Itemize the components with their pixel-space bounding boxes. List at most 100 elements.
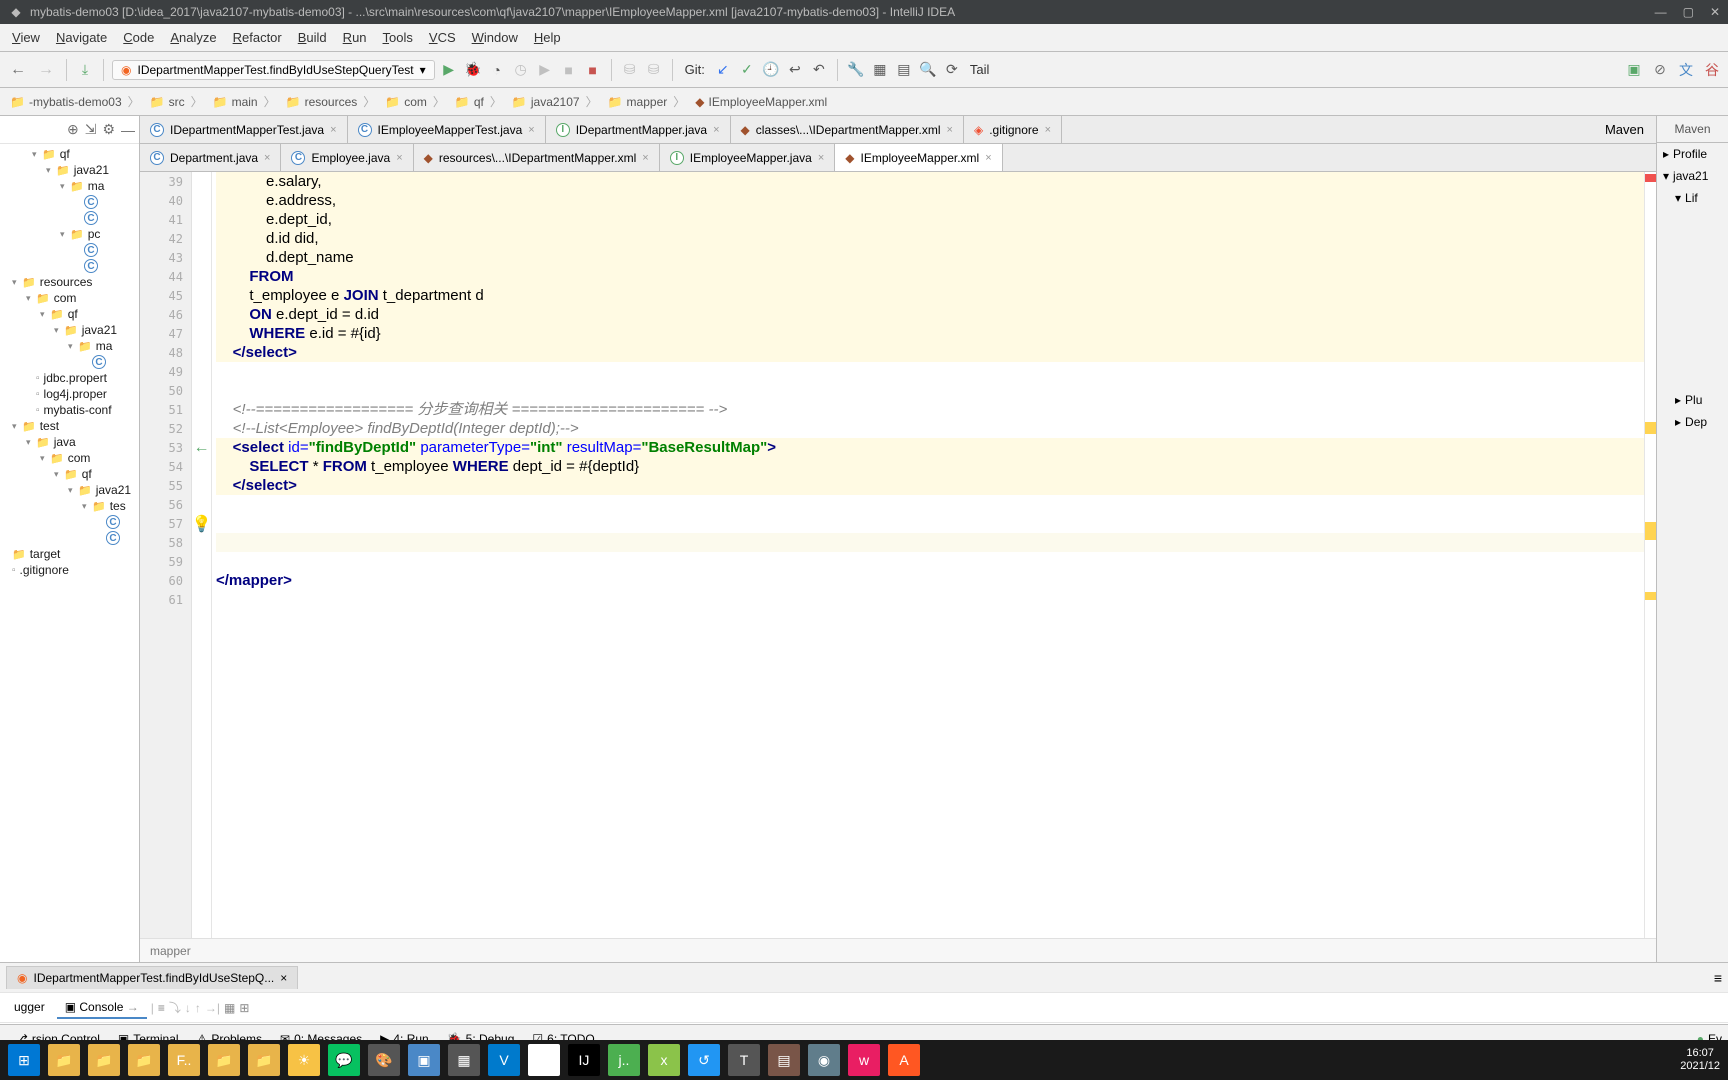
crumb[interactable]: 📁 com〉	[381, 91, 451, 112]
taskbar-app[interactable]: ▤	[768, 1044, 800, 1076]
menu-code[interactable]: Code	[115, 26, 162, 49]
translate-icon-2[interactable]: 谷	[1702, 60, 1722, 80]
menu-window[interactable]: Window	[464, 26, 526, 49]
crumb[interactable]: 📁 mapper〉	[604, 91, 692, 112]
maven-item[interactable]: ▸Plu	[1657, 389, 1728, 411]
close-icon[interactable]: ×	[280, 971, 287, 985]
tree-item[interactable]: ▫jdbc.propert	[0, 370, 139, 386]
minimize-button[interactable]: —	[1655, 5, 1667, 19]
run-to-cursor-icon[interactable]: →|	[205, 1001, 220, 1015]
tree-item[interactable]: ▾📁java21	[0, 162, 139, 178]
threads-icon[interactable]: ⊞	[239, 1001, 249, 1015]
attach-button[interactable]: ▶	[535, 60, 555, 80]
tree-item[interactable]: ▾📁java21	[0, 322, 139, 338]
taskbar-app[interactable]: 🎨	[368, 1044, 400, 1076]
crumb[interactable]: 📁 resources〉	[282, 91, 382, 112]
close-icon[interactable]: ×	[396, 152, 402, 164]
tree-item[interactable]: C	[0, 194, 139, 210]
editor-tab[interactable]: ◆ IEmployeeMapper.xml ×	[835, 144, 1002, 171]
git-update-icon[interactable]: ↙	[713, 60, 733, 80]
menu-view[interactable]: View	[4, 26, 48, 49]
editor-tab[interactable]: C IEmployeeMapperTest.java ×	[348, 116, 546, 143]
maven-toolwin-button[interactable]: Maven	[1593, 116, 1656, 143]
git-rollback-icon[interactable]: ↩	[785, 60, 805, 80]
close-icon[interactable]: ×	[818, 152, 824, 164]
no-highlight-icon[interactable]: ⊘	[1650, 60, 1670, 80]
stop-button-2[interactable]: ■	[583, 60, 603, 80]
taskbar-folder[interactable]: 📁	[128, 1044, 160, 1076]
tree-item[interactable]: ▾📁ma	[0, 178, 139, 194]
run-button[interactable]: ▶	[439, 60, 459, 80]
taskbar-app[interactable]: ▦	[448, 1044, 480, 1076]
taskbar-chrome[interactable]: ◉	[528, 1044, 560, 1076]
project-structure-icon[interactable]: ▦	[870, 60, 890, 80]
breadcrumb-mapper[interactable]: mapper	[150, 944, 191, 958]
translate-icon[interactable]: 文	[1676, 60, 1696, 80]
settings-icon[interactable]: ⚙	[102, 121, 115, 138]
build-icon[interactable]: ⤓	[75, 60, 95, 80]
menu-build[interactable]: Build	[290, 26, 335, 49]
tree-item[interactable]: ▾📁pc	[0, 226, 139, 242]
sdk-icon[interactable]: ▤	[894, 60, 914, 80]
menu-help[interactable]: Help	[526, 26, 569, 49]
hide-icon[interactable]: —	[121, 122, 135, 138]
tail-label[interactable]: Tail	[966, 62, 994, 77]
start-button[interactable]: ⊞	[8, 1044, 40, 1076]
crumb[interactable]: 📁 -mybatis-demo03〉	[6, 91, 146, 112]
wrench-icon[interactable]: 🔧	[846, 60, 866, 80]
console-tab[interactable]: ▣ Console →	[57, 997, 147, 1019]
taskbar-app[interactable]: x	[648, 1044, 680, 1076]
taskbar-app[interactable]: j..	[608, 1044, 640, 1076]
editor-tab[interactable]: I IDepartmentMapper.java ×	[546, 116, 731, 143]
editor-tab[interactable]: ◈ .gitignore ×	[964, 116, 1062, 143]
sync-icon[interactable]: ⟳	[942, 60, 962, 80]
tree-item[interactable]: ▫log4j.proper	[0, 386, 139, 402]
close-icon[interactable]: ×	[528, 124, 534, 136]
tree-item[interactable]: C	[0, 514, 139, 530]
tree-item[interactable]: ▾📁qf	[0, 146, 139, 162]
maven-item[interactable]: ▸Dep	[1657, 411, 1728, 433]
taskbar-folder[interactable]: 📁	[88, 1044, 120, 1076]
crumb[interactable]: 📁 src〉	[146, 91, 209, 112]
crumb[interactable]: 📁 java2107〉	[508, 91, 604, 112]
code-content[interactable]: e.salary, e.address, e.dept_id, d.id did…	[212, 172, 1644, 938]
taskbar-clock[interactable]: 16:07 2021/12	[1680, 1047, 1720, 1073]
crumb[interactable]: ◆ IEmployeeMapper.xml	[691, 93, 831, 111]
taskbar-app[interactable]: w	[848, 1044, 880, 1076]
maven-header[interactable]: Maven	[1657, 116, 1728, 143]
menu-run[interactable]: Run	[335, 26, 375, 49]
tree-item[interactable]: ▾📁com	[0, 450, 139, 466]
menu-tools[interactable]: Tools	[375, 26, 421, 49]
tree-item[interactable]: ▾📁test	[0, 418, 139, 434]
profile-button[interactable]: ◷	[511, 60, 531, 80]
taskbar-folder[interactable]: 📁	[248, 1044, 280, 1076]
tree-item[interactable]: ▾📁java	[0, 434, 139, 450]
editor-tab[interactable]: C Employee.java ×	[281, 144, 413, 171]
back-button[interactable]: ←	[6, 58, 30, 82]
db-icon[interactable]: ⛁	[620, 60, 640, 80]
close-icon[interactable]: ×	[947, 124, 953, 136]
menu-vcs[interactable]: VCS	[421, 26, 464, 49]
stop-button[interactable]: ■	[559, 60, 579, 80]
menu-analyze[interactable]: Analyze	[162, 26, 224, 49]
tree-item[interactable]: C	[0, 258, 139, 274]
run-config-selector[interactable]: ◉ IDepartmentMapperTest.findByIdUseStepQ…	[112, 60, 435, 80]
tree-item[interactable]: ▾📁ma	[0, 338, 139, 354]
menu-navigate[interactable]: Navigate	[48, 26, 115, 49]
close-icon[interactable]: ×	[713, 124, 719, 136]
tree-item[interactable]: ▾📁resources	[0, 274, 139, 290]
close-icon[interactable]: ×	[985, 152, 991, 164]
tree-item[interactable]: ▫mybatis-conf	[0, 402, 139, 418]
taskbar-folder[interactable]: 📁	[208, 1044, 240, 1076]
crumb[interactable]: 📁 main〉	[209, 91, 282, 112]
tree-item[interactable]: ▾📁qf	[0, 466, 139, 482]
search-icon[interactable]: 🔍	[918, 60, 938, 80]
db-icon-2[interactable]: ⛁	[644, 60, 664, 80]
close-icon[interactable]: ×	[330, 124, 336, 136]
evaluate-icon[interactable]: ▦	[224, 1001, 235, 1015]
debug-button[interactable]: 🐞	[463, 60, 483, 80]
editor-tab[interactable]: ◆ classes\...\IDepartmentMapper.xml ×	[731, 116, 964, 143]
tree-item[interactable]: ▾📁com	[0, 290, 139, 306]
presentation-icon[interactable]: ▣	[1624, 60, 1644, 80]
taskbar-intellij[interactable]: IJ	[568, 1044, 600, 1076]
